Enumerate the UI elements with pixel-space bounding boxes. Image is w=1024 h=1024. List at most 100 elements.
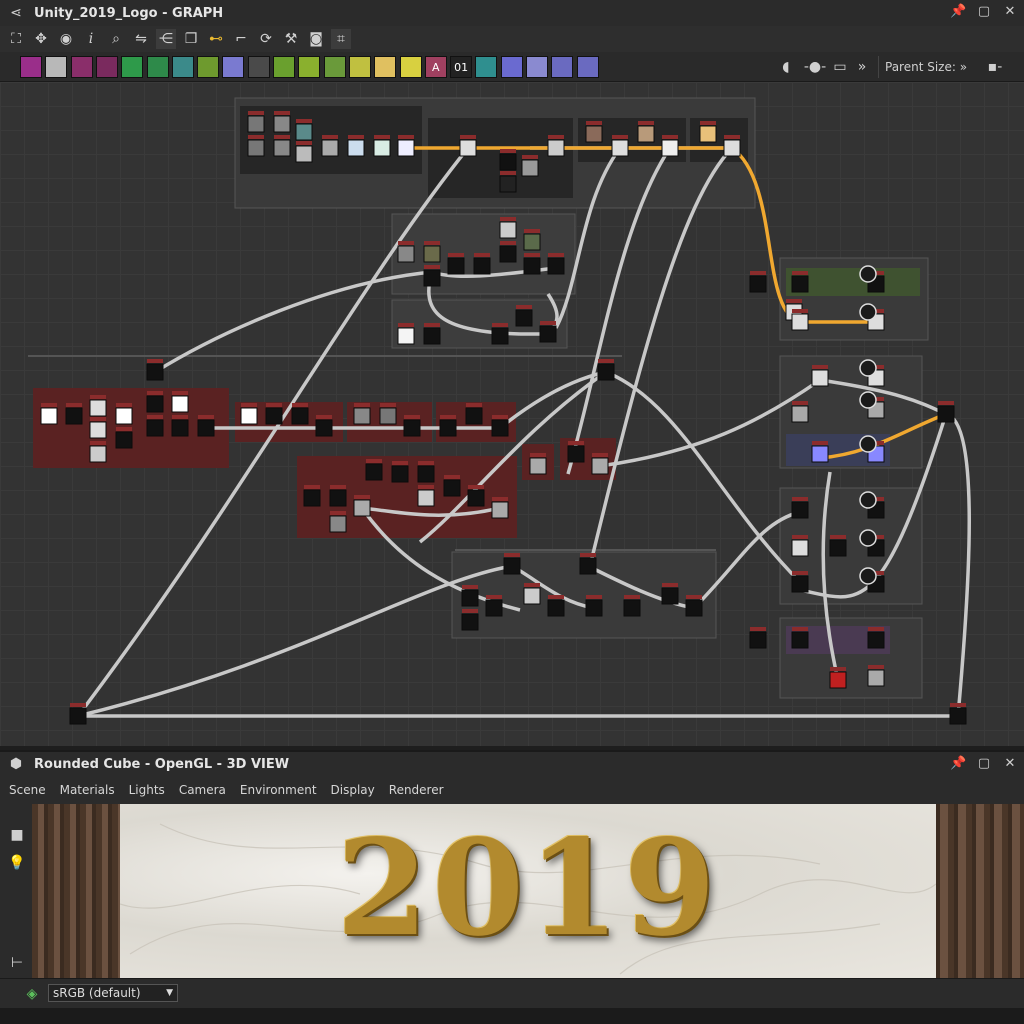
atomic-node-button[interactable] — [45, 56, 68, 78]
frame-all-icon[interactable]: ⛶ — [6, 29, 26, 49]
graph-node-header[interactable] — [380, 403, 396, 407]
graph-node-header[interactable] — [418, 461, 434, 465]
menu-camera[interactable]: Camera — [172, 783, 233, 797]
graph-node-header[interactable] — [147, 415, 163, 419]
atomic-node-button[interactable] — [298, 56, 321, 78]
graph-node[interactable] — [699, 125, 717, 143]
graph-node-header[interactable] — [530, 453, 546, 457]
graph-node-header[interactable] — [568, 441, 584, 445]
graph-node[interactable] — [791, 405, 809, 423]
graph-node[interactable] — [397, 327, 415, 345]
graph-node[interactable] — [485, 599, 503, 617]
graph-node-header[interactable] — [792, 309, 808, 313]
graph-node-header[interactable] — [548, 135, 564, 139]
tools-icon[interactable]: ⚒ — [281, 29, 301, 49]
graph-node-header[interactable] — [116, 427, 132, 431]
graph-node-header[interactable] — [374, 135, 390, 139]
graph-node-header[interactable] — [500, 241, 516, 245]
graph-node-header[interactable] — [548, 253, 564, 257]
graph-node[interactable] — [321, 139, 339, 157]
comment-icon[interactable]: ◖ — [776, 57, 796, 77]
graph-node[interactable] — [515, 309, 533, 327]
graph-node-header[interactable] — [580, 553, 596, 557]
graph-node[interactable] — [65, 407, 83, 425]
graph-node-header[interactable] — [444, 475, 460, 479]
graph-node[interactable] — [623, 599, 641, 617]
graph-node[interactable] — [89, 445, 107, 463]
graph-node-header[interactable] — [198, 415, 214, 419]
menu-materials[interactable]: Materials — [53, 783, 122, 797]
atomic-node-button[interactable] — [399, 56, 422, 78]
atomic-node-button[interactable] — [146, 56, 169, 78]
graph-node[interactable] — [685, 599, 703, 617]
graph-node-header[interactable] — [296, 119, 312, 123]
graph-node-header[interactable] — [700, 121, 716, 125]
menu-scene[interactable]: Scene — [2, 783, 53, 797]
graph-node[interactable] — [937, 405, 955, 423]
atomic-node-button[interactable] — [247, 56, 270, 78]
graph-node-header[interactable] — [274, 111, 290, 115]
graph-node-header[interactable] — [548, 595, 564, 599]
frame-node-icon[interactable]: ▭ — [830, 57, 850, 77]
graph-node-header[interactable] — [492, 323, 508, 327]
atomic-node-button[interactable]: A — [424, 56, 447, 78]
graph-node-header[interactable] — [812, 441, 828, 445]
graph-node-header[interactable] — [304, 485, 320, 489]
graph-node[interactable] — [867, 669, 885, 687]
atomic-node-button[interactable] — [222, 56, 245, 78]
graph-node[interactable] — [315, 419, 333, 437]
graph-node[interactable] — [273, 139, 291, 157]
graph-node[interactable] — [115, 431, 133, 449]
info-icon[interactable]: i — [81, 29, 101, 49]
graph-node-header[interactable] — [70, 703, 86, 707]
graph-node-header[interactable] — [474, 253, 490, 257]
graph-node[interactable] — [423, 245, 441, 263]
pin-node-icon[interactable]: -●- — [800, 57, 830, 77]
graph-node-header[interactable] — [524, 229, 540, 233]
graph-node[interactable] — [423, 327, 441, 345]
graph-node[interactable] — [89, 421, 107, 439]
camera-icon[interactable]: ◉ — [56, 29, 76, 49]
graph-node-header[interactable] — [524, 583, 540, 587]
graph-node[interactable] — [473, 257, 491, 275]
graph-node[interactable] — [585, 125, 603, 143]
graph-node[interactable] — [295, 123, 313, 141]
graph-node[interactable] — [69, 707, 87, 725]
graph-node[interactable] — [417, 465, 435, 483]
graph-node[interactable] — [347, 139, 365, 157]
atomic-node-button[interactable] — [121, 56, 144, 78]
graph-node[interactable] — [373, 139, 391, 157]
graph-node-header[interactable] — [500, 149, 516, 153]
graph-node[interactable] — [397, 139, 415, 157]
atomic-node-button[interactable] — [20, 56, 42, 78]
graph-node[interactable] — [115, 407, 133, 425]
close-icon[interactable]: ✕ — [1002, 756, 1018, 772]
graph-node-header[interactable] — [486, 595, 502, 599]
graph-node[interactable] — [461, 589, 479, 607]
graph-node[interactable] — [523, 233, 541, 251]
graph-node[interactable] — [637, 125, 655, 143]
atomic-node-button[interactable] — [500, 56, 523, 78]
graph-node-header[interactable] — [348, 135, 364, 139]
graph-node[interactable] — [353, 407, 371, 425]
graph-node-header[interactable] — [147, 359, 163, 363]
graph-node[interactable] — [491, 327, 509, 345]
graph-node[interactable] — [723, 139, 741, 157]
graph-node-header[interactable] — [90, 417, 106, 421]
graph-node[interactable] — [521, 159, 539, 177]
graph-node-header[interactable] — [612, 135, 628, 139]
graph-canvas[interactable] — [0, 82, 1024, 746]
graph-node-header[interactable] — [366, 459, 382, 463]
graph-node[interactable] — [365, 463, 383, 481]
menu-lights[interactable]: Lights — [122, 783, 172, 797]
atomic-node-button[interactable] — [551, 56, 574, 78]
graph-node-header[interactable] — [404, 415, 420, 419]
atomic-node-button[interactable] — [374, 56, 397, 78]
route-icon[interactable]: ⌐ — [231, 29, 251, 49]
graph-node-header[interactable] — [504, 553, 520, 557]
graph-node[interactable] — [523, 587, 541, 605]
graph-node[interactable] — [467, 489, 485, 507]
graph-node-header[interactable] — [492, 497, 508, 501]
link-icon[interactable]: ⇋ — [131, 29, 151, 49]
graph-node[interactable] — [499, 175, 517, 193]
